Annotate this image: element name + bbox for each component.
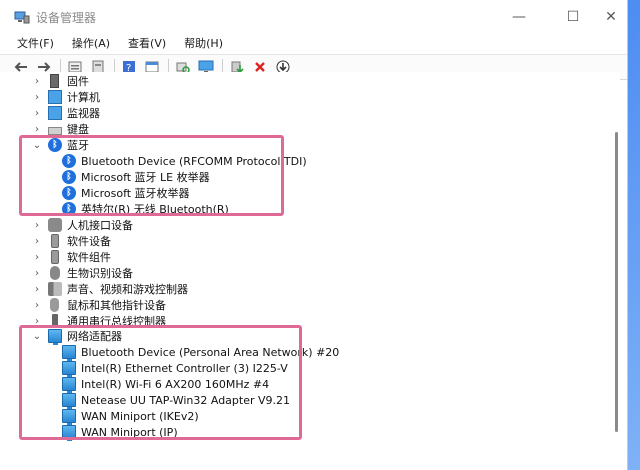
tree-item-label: 网络适配器 [67,330,122,343]
menu-action[interactable]: 操作(A) [63,34,119,54]
tree-item-keyboard[interactable]: › 键盘 [32,121,89,137]
bluetooth-icon: ᛒ [48,138,62,152]
expand-arrow-icon[interactable]: › [32,105,42,121]
tree-item-label: WAN Miniport (IKEv2) [81,409,199,423]
bluetooth-icon: ᛒ [62,170,76,184]
tree-child-bluetooth-le-enumerator[interactable]: ᛒ Microsoft 蓝牙 LE 枚举器 [62,169,210,185]
biometric-icon [50,266,60,280]
hid-icon [48,218,62,232]
tree-item-label: 键盘 [67,123,89,136]
tree-item-biometric[interactable]: › 生物识别设备 [32,265,133,281]
tree-item-label: Intel(R) Ethernet Controller (3) I225-V [81,361,288,375]
tree-child-intel-ethernet[interactable]: Intel(R) Ethernet Controller (3) I225-V [62,360,288,377]
expand-arrow-icon[interactable]: › [32,313,42,329]
tree-item-label: 固件 [67,75,89,88]
title-bar[interactable]: 设备管理器 — ☐ ✕ [0,0,627,34]
collapse-arrow-icon[interactable]: ⌄ [32,328,42,344]
tree-item-label: Netease UU TAP-Win32 Adapter V9.21 [81,393,291,407]
menu-help[interactable]: 帮助(H) [175,34,232,54]
tree-child-wan-ip[interactable]: WAN Miniport (IP) [62,424,178,441]
tree-child-bluetooth-enumerator[interactable]: ᛒ Microsoft 蓝牙枚举器 [62,185,190,201]
tree-item-label: 计算机 [67,91,100,104]
tree-item-mice[interactable]: › 鼠标和其他指针设备 [32,297,166,313]
collapse-arrow-icon[interactable]: ⌄ [32,137,42,153]
tree-item-label: 蓝牙 [67,139,89,152]
tree-child-wan-ikev2[interactable]: WAN Miniport (IKEv2) [62,408,199,425]
expand-arrow-icon[interactable]: › [32,233,42,249]
bluetooth-icon: ᛒ [62,154,76,168]
expand-arrow-icon[interactable]: › [32,89,42,105]
firmware-icon [50,74,59,88]
expand-arrow-icon[interactable]: › [32,217,42,233]
tree-item-label: 英特尔(R) 无线 Bluetooth(R) [81,203,229,216]
tree-item-label: 人机接口设备 [67,219,133,232]
tree-item-label: Microsoft 蓝牙枚举器 [81,187,190,200]
tree-item-bluetooth[interactable]: ⌄ ᛒ 蓝牙 [32,137,89,153]
tree-child-netease-tap[interactable]: Netease UU TAP-Win32 Adapter V9.21 [62,392,291,409]
tree-item-label: Bluetooth Device (RFCOMM Protocol TDI) [81,154,307,168]
usb-icon [52,314,58,328]
tree-item-computer[interactable]: › 计算机 [32,89,100,105]
close-button[interactable]: ✕ [588,0,634,34]
tree-item-label: Bluetooth Device (Personal Area Network)… [81,345,340,359]
network-adapter-icon [62,345,76,361]
computer-icon [48,90,62,104]
tree-child-bluetooth-device[interactable]: ᛒ Bluetooth Device (RFCOMM Protocol TDI) [62,153,307,169]
sound-icon [48,282,62,296]
software-component-icon [51,250,59,264]
network-adapter-icon [62,425,76,441]
tree-item-monitor[interactable]: › 监视器 [32,105,100,121]
expand-arrow-icon[interactable]: › [32,73,42,89]
tree-item-hid[interactable]: › 人机接口设备 [32,217,133,233]
tree-item-label: Intel(R) Wi-Fi 6 AX200 160MHz #4 [81,377,270,391]
window-title: 设备管理器 [36,10,97,25]
tree-item-label: 监视器 [67,107,100,120]
monitor-icon [48,106,62,120]
network-adapter-icon [62,377,76,393]
network-adapter-icon [62,409,76,425]
expand-arrow-icon[interactable]: › [32,121,42,137]
software-device-icon [51,234,59,248]
network-adapter-icon [62,393,76,409]
bluetooth-icon: ᛒ [62,186,76,200]
device-manager-window: 设备管理器 — ☐ ✕ 文件(F) 操作(A) 查看(V) 帮助(H) ? › … [0,0,628,470]
tree-item-label: 声音、视频和游戏控制器 [67,283,188,296]
tree-child-bluetooth-pan[interactable]: Bluetooth Device (Personal Area Network)… [62,344,340,361]
device-manager-icon [14,9,30,25]
tree-item-network-adapters[interactable]: ⌄ 网络适配器 [32,328,122,345]
menu-file[interactable]: 文件(F) [8,34,63,54]
tree-item-software-components[interactable]: › 软件组件 [32,249,111,265]
tree-item-label: 软件组件 [67,251,111,264]
tree-item-firmware[interactable]: › 固件 [32,73,89,89]
tree-item-label: 软件设备 [67,235,111,248]
minimize-button[interactable]: — [496,0,542,34]
menu-bar: 文件(F) 操作(A) 查看(V) 帮助(H) [0,34,627,54]
tree-item-label: WAN Miniport (IP) [81,425,178,439]
device-tree: › 固件 › 计算机 › 监视器 › 键盘 ⌄ ᛒ 蓝牙 ᛒ Bluetooth… [0,72,620,470]
tree-item-label: 通用串行总线控制器 [67,315,166,328]
tree-item-sound[interactable]: › 声音、视频和游戏控制器 [32,281,188,297]
expand-arrow-icon[interactable]: › [32,265,42,281]
vertical-scrollbar[interactable] [615,132,618,432]
expand-arrow-icon[interactable]: › [32,297,42,313]
mouse-icon [50,298,59,312]
expand-arrow-icon[interactable]: › [32,281,42,297]
tree-item-software-devices[interactable]: › 软件设备 [32,233,111,249]
tree-child-intel-wifi[interactable]: Intel(R) Wi-Fi 6 AX200 160MHz #4 [62,376,270,393]
expand-arrow-icon[interactable]: › [32,249,42,265]
tree-child-intel-wireless-bluetooth[interactable]: ᛒ 英特尔(R) 无线 Bluetooth(R) [62,201,229,217]
tree-item-label: Microsoft 蓝牙 LE 枚举器 [81,171,210,184]
keyboard-icon [48,126,62,135]
tree-item-label: 生物识别设备 [67,267,133,280]
menu-view[interactable]: 查看(V) [119,34,175,54]
network-adapter-icon [48,329,62,345]
bluetooth-icon: ᛒ [62,202,76,216]
tree-item-usb[interactable]: › 通用串行总线控制器 [32,313,166,329]
network-adapter-icon [62,361,76,377]
tree-item-label: 鼠标和其他指针设备 [67,299,166,312]
